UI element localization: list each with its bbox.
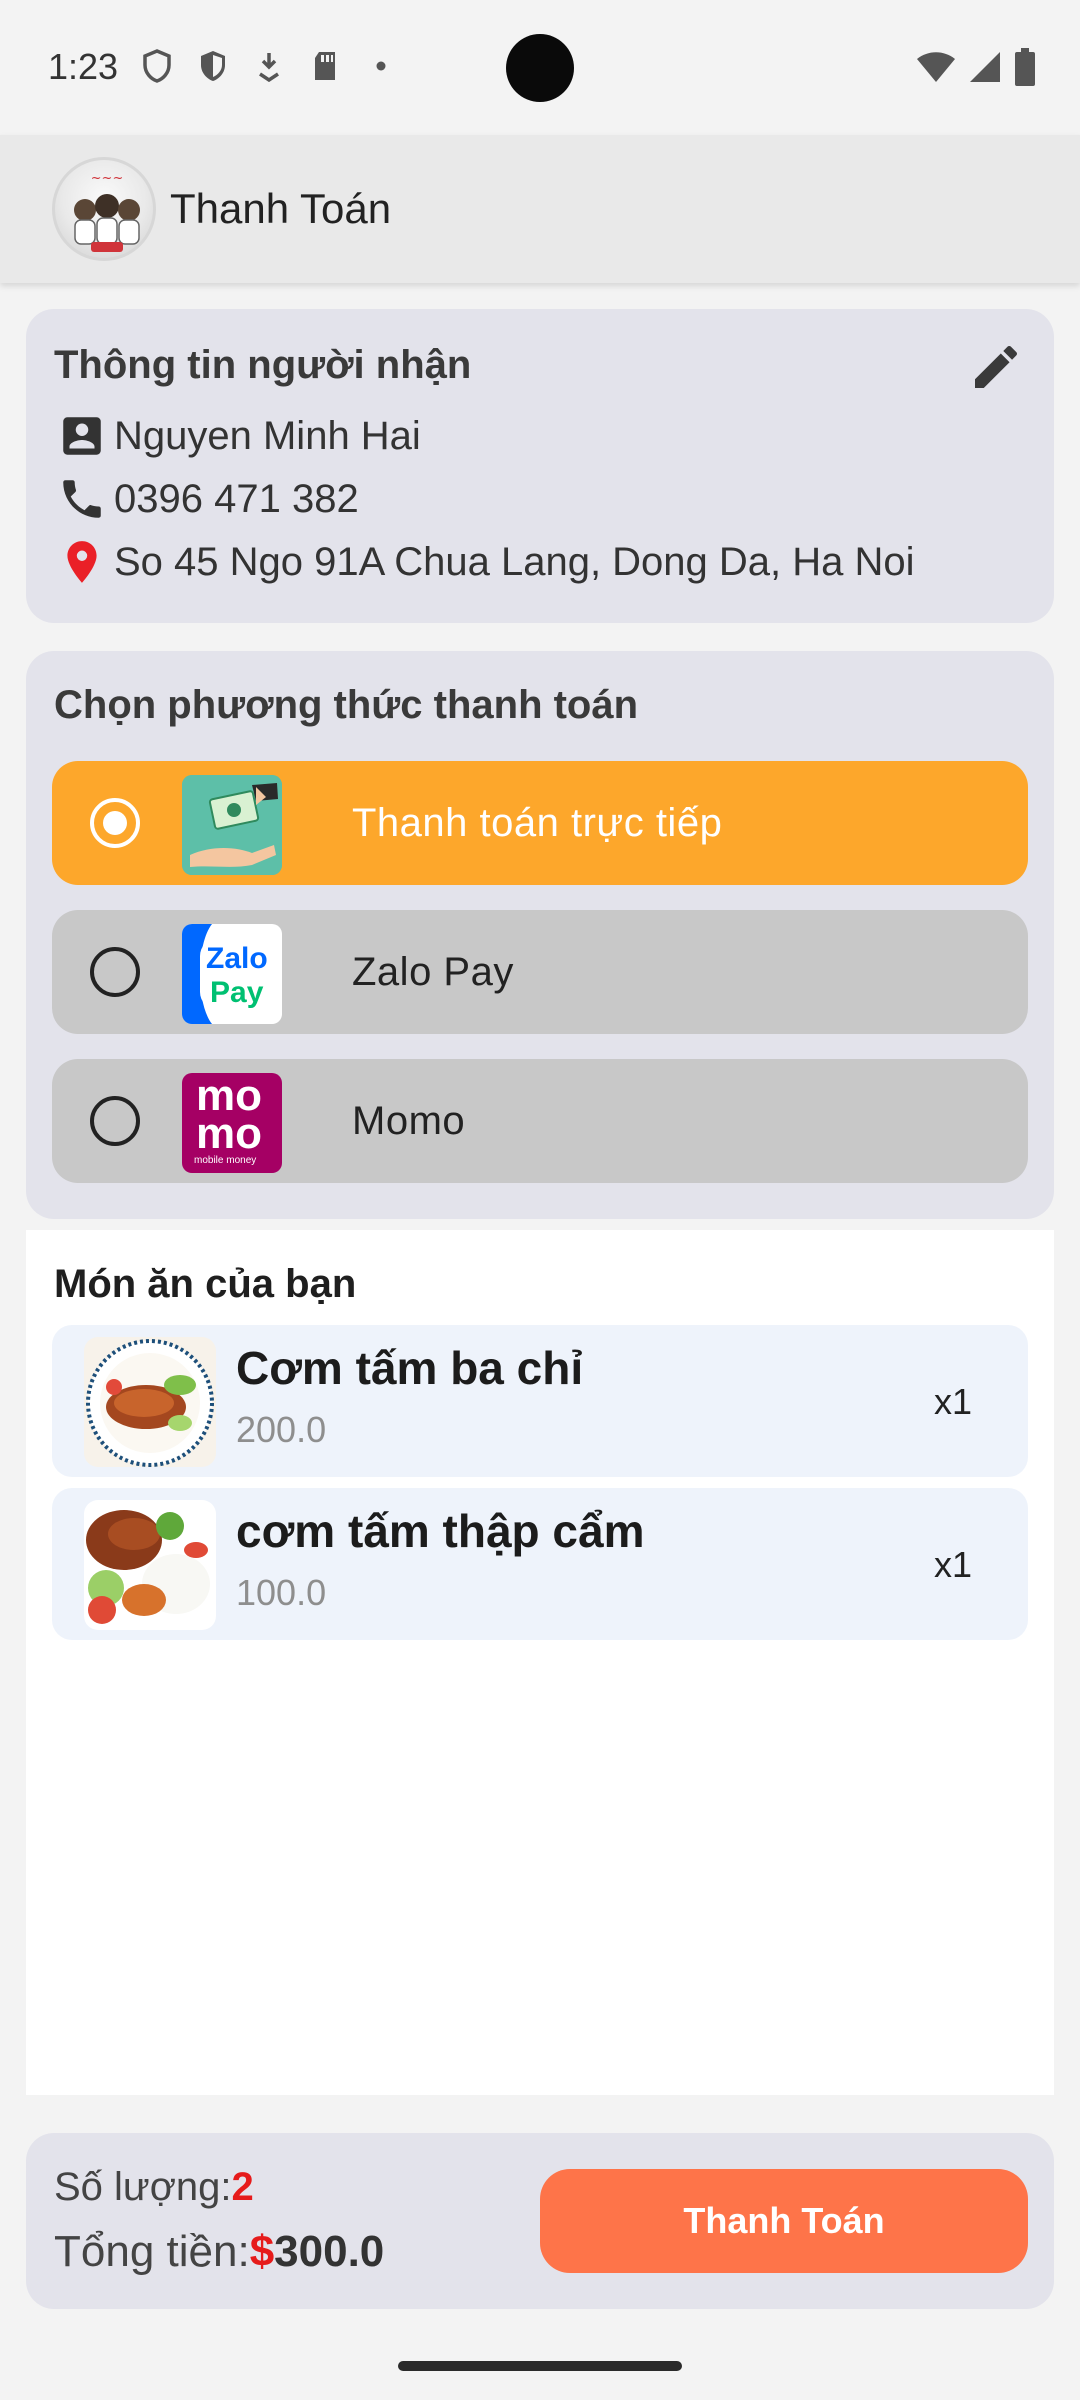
recipient-address: So 45 Ngo 91A Chua Lang, Dong Da, Ha Noi (114, 539, 915, 584)
signal-icon (968, 50, 1002, 89)
zalopay-logo: Zalo Pay (182, 924, 282, 1024)
camera-cutout (506, 34, 574, 102)
food-list-heading: Món ăn của bạn (54, 1262, 357, 1306)
recipient-card: Thông tin người nhận Nguyen Minh Hai 039… (26, 309, 1054, 623)
status-bar: 1:23 (0, 0, 1080, 135)
radio-button[interactable] (90, 1096, 140, 1146)
food-image-com-tam-thap-cam (84, 1500, 216, 1630)
battery-icon (1014, 48, 1036, 91)
food-price: 100.0 (236, 1572, 327, 1613)
phone-icon (54, 471, 110, 527)
food-item[interactable]: cơm tấm thập cẩm 100.0 x1 (52, 1488, 1028, 1640)
zalopay-logo-text-pay: Pay (210, 976, 264, 1009)
edit-pencil-icon[interactable] (968, 339, 1024, 395)
quantity-value: 2 (231, 2165, 254, 2209)
shield-outline-icon (140, 48, 174, 84)
payment-option-label: Zalo Pay (352, 950, 514, 994)
order-summary-bar: Số lượng:2 Tổng tiền:$300.0 Thanh Toán (26, 2133, 1054, 2309)
total-label: Tổng tiền: (54, 2227, 250, 2276)
payment-option-cash[interactable]: Thanh toán trực tiếp (52, 761, 1028, 885)
payment-option-momo[interactable]: mo mo mobile money Momo (52, 1059, 1028, 1183)
home-indicator[interactable] (398, 2361, 682, 2371)
radio-button[interactable] (90, 947, 140, 997)
payment-method-card: Chọn phương thức thanh toán Thanh toán t… (26, 651, 1054, 1219)
location-pin-icon (54, 534, 110, 590)
momo-logo-tagline: mobile money (194, 1155, 257, 1166)
momo-logo: mo mo mobile money (182, 1073, 282, 1173)
page-title: Thanh Toán (170, 185, 392, 232)
total-summary: Tổng tiền:$300.0 (54, 2227, 384, 2277)
payment-option-label: Momo (352, 1099, 466, 1143)
food-quantity: x1 (933, 1544, 972, 1585)
sd-card-icon (308, 48, 342, 84)
status-time: 1:23 (48, 46, 119, 87)
total-value: 300.0 (274, 2227, 385, 2276)
shield-filled-icon (196, 48, 230, 84)
food-item[interactable]: Cơm tấm ba chỉ 200.0 x1 (52, 1325, 1028, 1477)
food-price: 200.0 (236, 1409, 327, 1450)
status-notification-icons (140, 48, 398, 84)
food-name: Cơm tấm ba chỉ (236, 1342, 584, 1394)
food-name: cơm tấm thập cẩm (236, 1505, 645, 1557)
zalopay-logo-text-zalo: Zalo (206, 942, 268, 975)
recipient-name-row: Nguyen Minh Hai (54, 408, 421, 464)
food-list-section: Món ăn của bạn Cơm tấm ba chỉ 200.0 x1 c… (26, 1230, 1054, 2095)
status-system-icons (916, 48, 1036, 91)
recipient-phone-row: 0396 471 382 (54, 471, 359, 527)
currency-symbol: $ (249, 2227, 275, 2276)
quantity-summary: Số lượng:2 (54, 2165, 254, 2210)
dot-icon (364, 48, 398, 84)
recipient-phone: 0396 471 382 (114, 476, 359, 521)
download-icon (252, 48, 286, 84)
payment-option-label: Thanh toán trực tiếp (352, 801, 723, 845)
svg-text:~~~: ~~~ (91, 171, 124, 186)
restaurant-logo[interactable]: ~~~ (52, 157, 156, 261)
food-quantity: x1 (933, 1381, 972, 1422)
recipient-address-row: So 45 Ngo 91A Chua Lang, Dong Da, Ha Noi (54, 534, 915, 590)
quantity-label: Số lượng: (54, 2165, 232, 2209)
wifi-icon (916, 50, 956, 89)
checkout-button[interactable]: Thanh Toán (540, 2169, 1028, 2273)
app-bar: ~~~ Thanh Toán (0, 135, 1080, 283)
radio-button-selected[interactable] (90, 798, 140, 848)
contact-card-icon (54, 408, 110, 464)
cash-hand-icon (182, 775, 282, 875)
payment-method-title: Chọn phương thức thanh toán (54, 683, 639, 727)
payment-option-zalopay[interactable]: Zalo Pay Zalo Pay (52, 910, 1028, 1034)
recipient-name: Nguyen Minh Hai (114, 413, 421, 458)
momo-logo-text-bottom: mo (196, 1109, 262, 1158)
food-image-com-tam-ba-chi (84, 1337, 216, 1467)
recipient-title: Thông tin người nhận (54, 343, 472, 387)
